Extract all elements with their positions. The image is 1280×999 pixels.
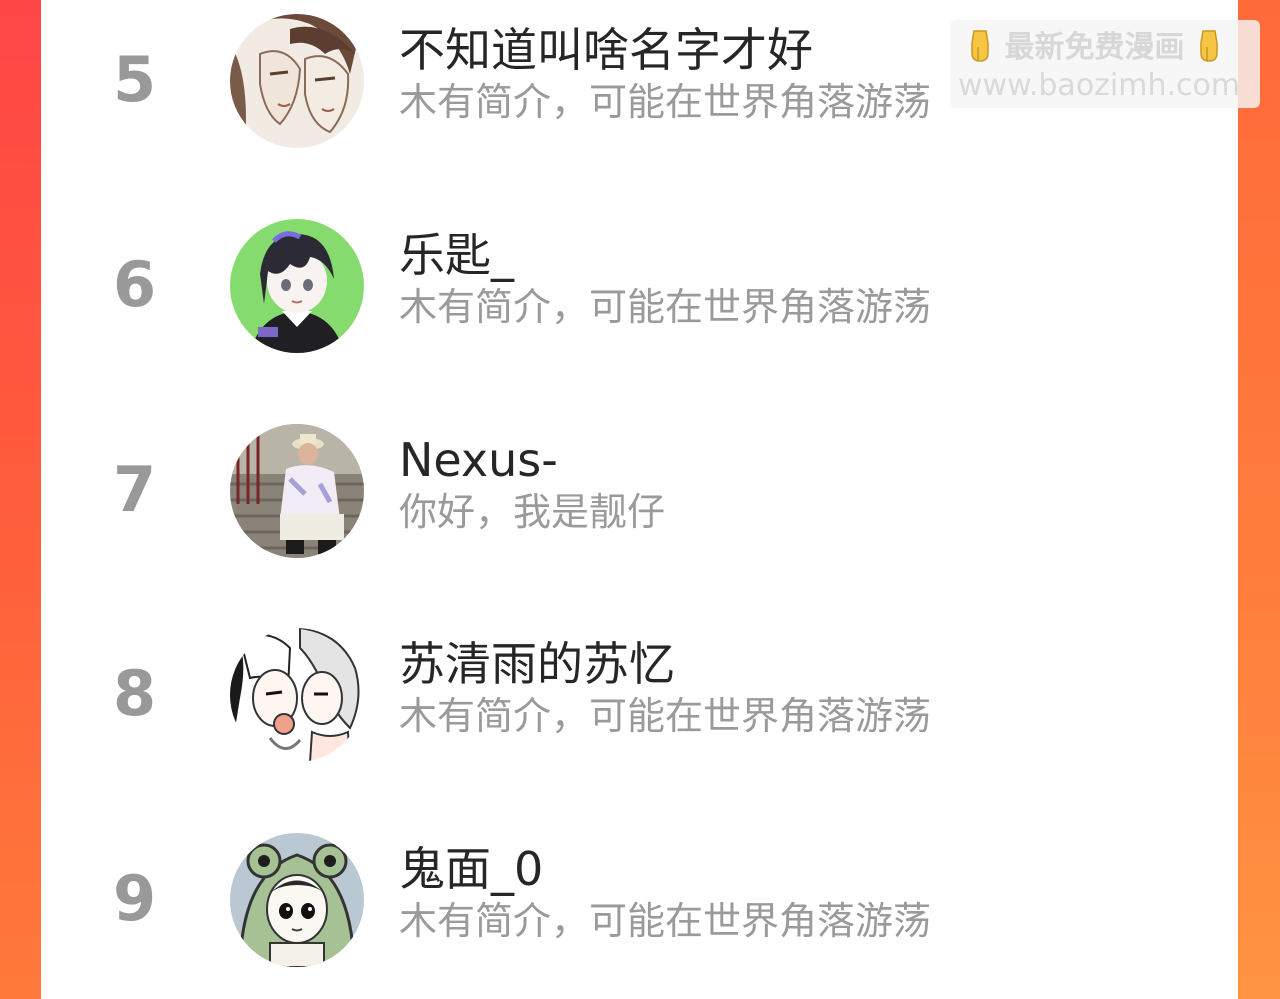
list-item[interactable]: 9 鬼面_0 木有简介，可能在世界角落游荡 (41, 823, 1238, 973)
watermark-title: 最新免费漫画 (1004, 30, 1185, 65)
rank-number: 7 (113, 453, 157, 526)
ranking-list: 5 不知道叫啥名字才好 木有简介，可能在世界角落游荡 6 乐匙_ 木有简介，可能… (41, 0, 1238, 999)
anime-boy-green-avatar-image (230, 219, 364, 353)
user-name[interactable]: 鬼面_0 (399, 839, 543, 899)
user-name[interactable]: 苏清雨的苏忆 (399, 634, 675, 694)
user-name[interactable]: 不知道叫啥名字才好 (399, 20, 813, 80)
user-bio: 木有简介，可能在世界角落游荡 (399, 899, 932, 943)
watermark-title-line: 最新免费漫画 (966, 28, 1223, 68)
photo-man-stairs-avatar-image (230, 424, 364, 558)
list-item[interactable]: 8 苏清雨的苏忆 木有简介，可能在世界角落游荡 (41, 618, 1238, 768)
frog-hood-avatar-image (230, 833, 364, 967)
user-bio: 你好，我是靓仔 (399, 490, 666, 534)
pointing-down-hand-icon (971, 30, 989, 62)
avatar[interactable] (230, 14, 364, 148)
avatar[interactable] (230, 424, 364, 558)
rank-number: 8 (113, 657, 157, 730)
list-item[interactable]: 7 Nexus- 你好，我是靓仔 (41, 414, 1238, 564)
site-watermark: 最新免费漫画 www.baozimh.com (950, 20, 1260, 108)
user-bio: 木有简介，可能在世界角落游荡 (399, 694, 932, 738)
user-bio: 木有简介，可能在世界角落游荡 (399, 80, 932, 124)
user-name[interactable]: Nexus- (399, 430, 558, 490)
pointing-down-hand-icon (1200, 30, 1218, 62)
sketch-couple-avatar-image (230, 14, 364, 148)
watermark-url: www.baozimh.com (958, 68, 1241, 103)
user-bio: 木有简介，可能在世界角落游荡 (399, 285, 932, 329)
page-frame: 5 不知道叫啥名字才好 木有简介，可能在世界角落游荡 6 乐匙_ 木有简介，可能… (0, 0, 1280, 999)
user-name[interactable]: 乐匙_ (399, 225, 514, 285)
avatar[interactable] (230, 833, 364, 967)
rank-number: 5 (113, 43, 157, 116)
rank-number: 6 (113, 248, 157, 321)
manga-couple-avatar-image (230, 628, 364, 762)
avatar[interactable] (230, 219, 364, 353)
list-item[interactable]: 6 乐匙_ 木有简介，可能在世界角落游荡 (41, 209, 1238, 359)
rank-number: 9 (113, 862, 157, 935)
avatar[interactable] (230, 628, 364, 762)
